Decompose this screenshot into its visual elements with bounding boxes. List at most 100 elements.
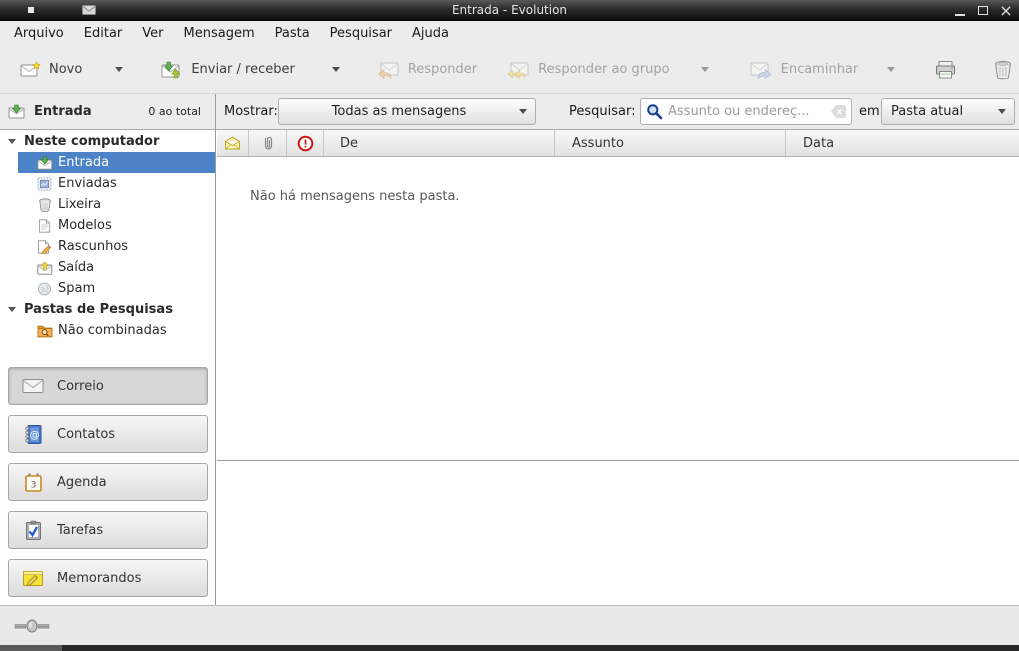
switcher-label: Agenda (57, 475, 107, 490)
reply-group-dropdown[interactable] (692, 61, 718, 78)
switcher-label: Correio (57, 379, 104, 394)
draft-pencil-icon (36, 240, 53, 254)
expander-icon (8, 307, 16, 312)
reply-label: Responder (408, 62, 477, 77)
message-status-icon (224, 136, 241, 150)
in-label: em (859, 94, 880, 129)
column-data[interactable]: Data (786, 130, 1019, 156)
show-label: Mostrar: (224, 94, 278, 129)
search-label: Pesquisar: (569, 94, 636, 129)
switcher-agenda[interactable]: 3 Agenda (8, 463, 208, 501)
folder-label: Modelos (58, 218, 112, 233)
calendar-icon: 3 (21, 472, 45, 493)
folder-sidebar: Neste computador Entrada Enviadas (0, 130, 216, 605)
preview-pane-splitter[interactable] (217, 460, 1019, 461)
reply-group-icon (507, 61, 531, 79)
folder-label: Entrada (58, 155, 109, 170)
reply-group-button[interactable]: Responder ao grupo (499, 55, 678, 85)
print-button[interactable] (926, 54, 966, 86)
folder-label: Spam (58, 281, 95, 296)
clear-search-icon[interactable] (831, 105, 846, 118)
column-de[interactable]: De (324, 130, 555, 156)
spam-icon (36, 282, 53, 296)
folder-modelos[interactable]: Modelos (0, 215, 215, 236)
sent-icon (36, 177, 53, 191)
chevron-down-icon (887, 67, 895, 72)
forward-dropdown[interactable] (878, 61, 904, 78)
maximize-icon (978, 6, 988, 15)
new-message-icon (20, 61, 42, 78)
switcher-memorandos[interactable]: Memorandos (8, 559, 208, 597)
search-scope-combo[interactable]: Pasta atual (881, 98, 1015, 125)
inbox-icon (8, 104, 26, 119)
send-receive-icon (160, 61, 184, 79)
column-attachment[interactable] (249, 130, 287, 156)
folder-nao-combinadas[interactable]: Não combinadas (0, 320, 215, 341)
minimize-button[interactable] (953, 4, 967, 18)
close-button[interactable]: × (999, 4, 1013, 18)
maximize-button[interactable] (976, 4, 990, 18)
chevron-down-icon (332, 67, 340, 72)
switcher-label: Tarefas (57, 523, 103, 538)
outbox-icon (36, 261, 53, 275)
search-input[interactable] (668, 104, 831, 119)
toolbar: Novo Enviar / receber Responder Responde… (0, 46, 1019, 94)
switcher-contatos[interactable]: @ Contatos (8, 415, 208, 453)
folder-label: Saída (58, 260, 94, 275)
search-folder-icon (36, 324, 53, 338)
menu-arquivo[interactable]: Arquivo (4, 23, 74, 44)
svg-text:3: 3 (30, 480, 36, 490)
folder-rascunhos[interactable]: Rascunhos (0, 236, 215, 257)
address-book-icon: @ (21, 424, 45, 445)
show-filter-combo[interactable]: Todas as mensagens (278, 98, 536, 125)
folder-saida[interactable]: Saída (0, 257, 215, 278)
memo-icon (21, 569, 45, 588)
message-list-pane: De Assunto Data Não há mensagens nesta p… (217, 130, 1019, 605)
switcher-label: Memorandos (57, 571, 141, 586)
window-title: Entrada - Evolution (0, 3, 1019, 17)
column-priority[interactable] (287, 130, 324, 156)
forward-button[interactable]: Encaminhar (742, 55, 867, 85)
send-receive-dropdown[interactable] (323, 61, 349, 78)
switcher-correio[interactable]: Correio (8, 367, 208, 405)
folder-pane-header: Entrada 0 ao total (0, 94, 216, 129)
chevron-down-icon (519, 109, 527, 114)
menu-pesquisar[interactable]: Pesquisar (320, 23, 402, 44)
close-icon: × (999, 4, 1012, 18)
menu-ajuda[interactable]: Ajuda (402, 23, 459, 44)
trash-icon (36, 198, 53, 212)
folder-label: Rascunhos (58, 239, 128, 254)
folder-spam[interactable]: Spam (0, 278, 215, 299)
tree-group-search-folders[interactable]: Pastas de Pesquisas (0, 299, 215, 320)
show-filter-value: Todas as mensagens (279, 104, 519, 119)
resize-grip[interactable] (0, 645, 62, 651)
folder-label: Não combinadas (58, 323, 167, 338)
search-icon[interactable] (646, 103, 663, 120)
menu-pasta[interactable]: Pasta (265, 23, 320, 44)
column-assunto[interactable]: Assunto (555, 130, 786, 156)
folder-label: Lixeira (58, 197, 101, 212)
switcher-tarefas[interactable]: Tarefas (8, 511, 208, 549)
titlebar: Entrada - Evolution × (0, 0, 1019, 21)
folder-lixeira[interactable]: Lixeira (0, 194, 215, 215)
folder-enviadas[interactable]: Enviadas (0, 173, 215, 194)
tree-group-computer[interactable]: Neste computador (0, 131, 215, 152)
reply-button[interactable]: Responder (369, 55, 485, 85)
new-message-dropdown[interactable] (106, 61, 132, 78)
mail-icon (21, 378, 45, 394)
switcher-label: Contatos (57, 427, 115, 442)
online-status-button[interactable] (14, 618, 50, 634)
menu-ver[interactable]: Ver (132, 23, 173, 44)
chevron-down-icon (998, 109, 1006, 114)
menu-editar[interactable]: Editar (74, 23, 133, 44)
search-scope-value: Pasta atual (882, 104, 998, 119)
new-message-button[interactable]: Novo (12, 55, 90, 84)
column-status[interactable] (217, 130, 249, 156)
menu-mensagem[interactable]: Mensagem (174, 23, 265, 44)
folder-message-count: 0 ao total (148, 105, 201, 118)
send-receive-button[interactable]: Enviar / receber (152, 55, 303, 85)
component-switcher: Correio @ Contatos 3 Agenda (8, 367, 208, 607)
delete-button[interactable] (984, 54, 1019, 86)
folder-entrada[interactable]: Entrada (18, 152, 215, 173)
reply-icon (377, 61, 401, 79)
